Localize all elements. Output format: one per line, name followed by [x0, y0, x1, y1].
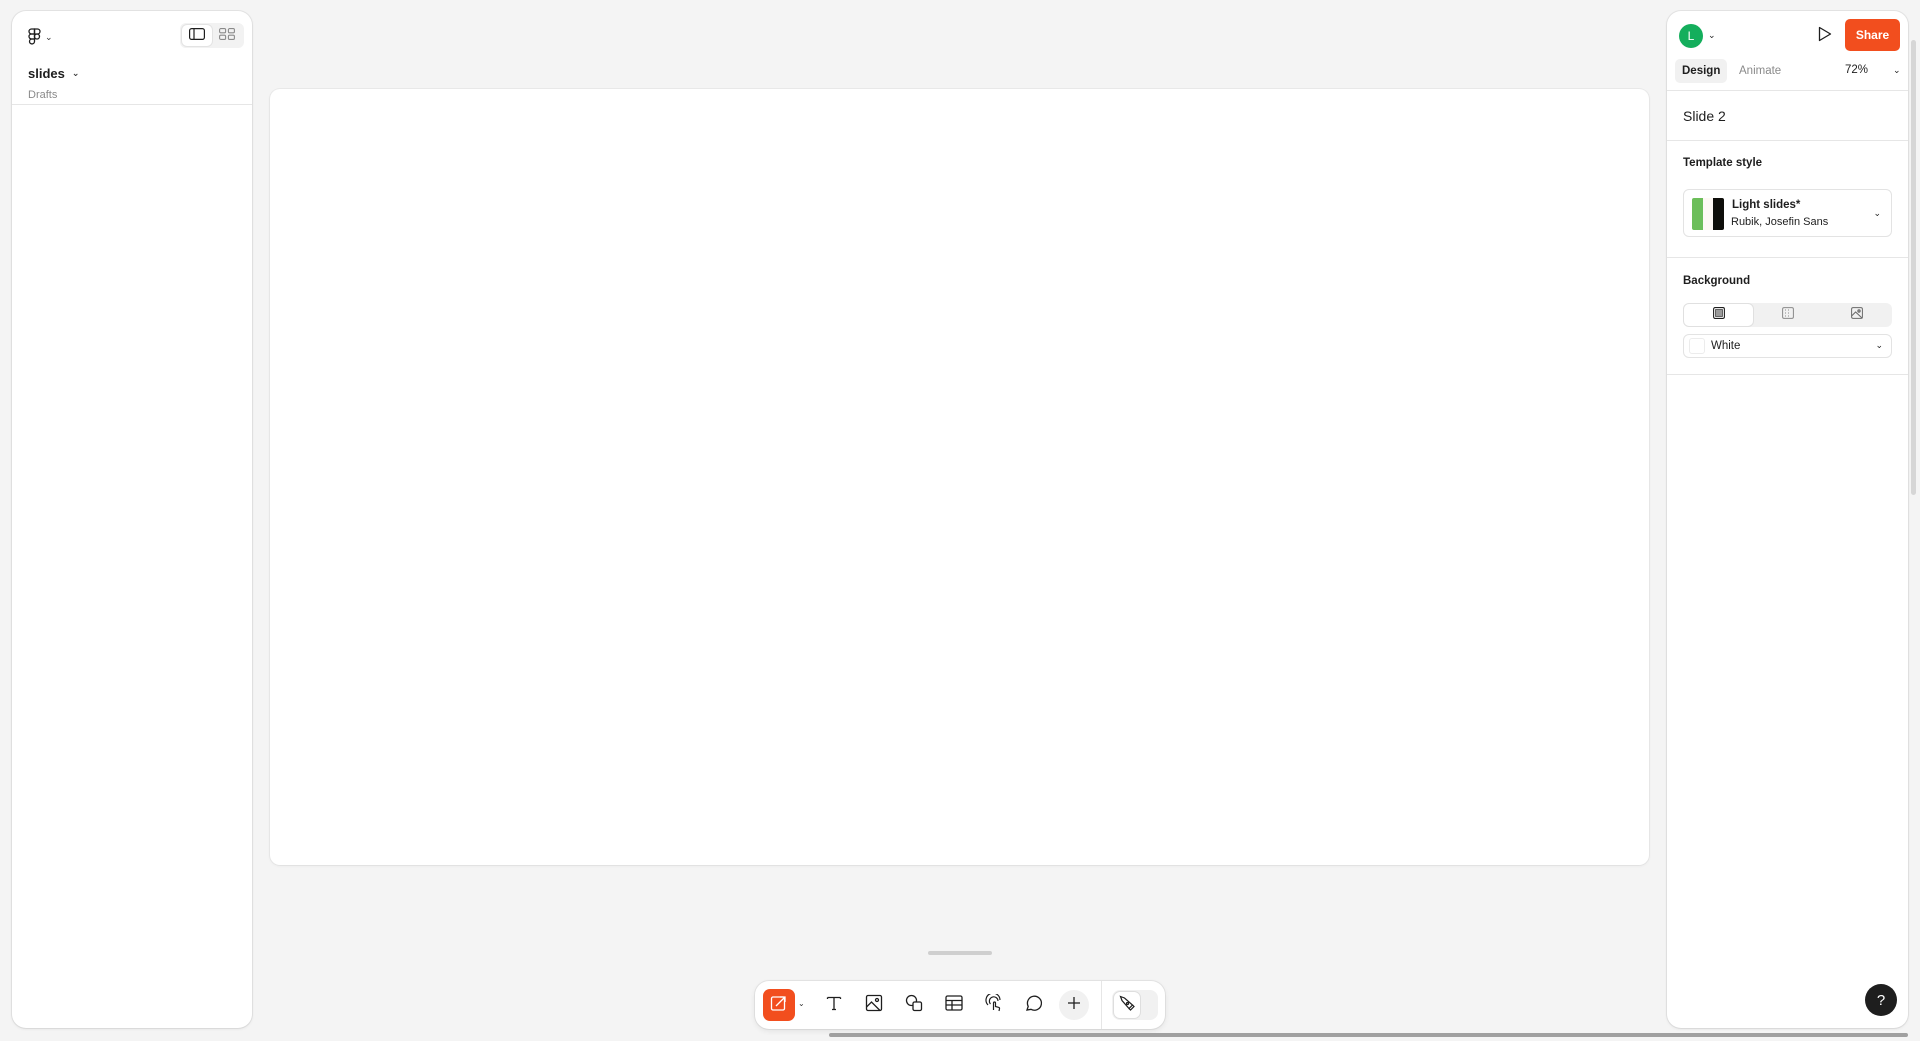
- template-fonts: Rubik, Josefin Sans: [1731, 216, 1829, 228]
- panel-left-icon: [189, 27, 206, 45]
- share-button[interactable]: Share: [1845, 19, 1900, 51]
- horizontal-scrollbar[interactable]: [829, 1033, 1908, 1037]
- solid-fill-icon: [1712, 306, 1725, 324]
- figma-logo-icon: [28, 28, 41, 46]
- template-name: Light slides*: [1732, 199, 1801, 211]
- single-slide-view-button[interactable]: [182, 25, 212, 46]
- solid-fill-button[interactable]: [1684, 304, 1753, 326]
- template-style-section: Template style Light slides* Rubik, Jose…: [1667, 141, 1908, 258]
- file-header: ⌄ slides ⌄ Drafts: [12, 11, 252, 105]
- swatch-color: [1713, 198, 1724, 230]
- background-fill-type: [1683, 303, 1892, 327]
- tap-hand-icon: [985, 992, 1003, 1017]
- chevron-down-icon: ⌄: [71, 68, 80, 78]
- background-color-swatch: [1689, 338, 1705, 354]
- grid-icon: [219, 27, 235, 45]
- shape-tool-button[interactable]: [899, 990, 929, 1020]
- view-toggle: [180, 23, 244, 48]
- pattern-fill-button[interactable]: [1753, 304, 1822, 326]
- file-location: Drafts: [28, 89, 58, 101]
- comment-tool-button[interactable]: [1019, 990, 1049, 1020]
- background-heading: Background: [1683, 275, 1751, 287]
- chevron-down-icon: ⌄: [1875, 340, 1883, 350]
- vertical-scrollbar[interactable]: [1911, 40, 1916, 495]
- left-panel: ⌄ slides ⌄ Drafts: [12, 11, 252, 1028]
- table-tool-button[interactable]: [939, 990, 969, 1020]
- slide-arrow-icon: [770, 994, 788, 1017]
- chevron-down-icon: ⌄: [45, 31, 53, 42]
- image-fill-icon: [1850, 306, 1863, 324]
- bottom-toolbar: ⌄: [755, 981, 1165, 1029]
- file-name: slides: [28, 66, 65, 81]
- file-name-button[interactable]: slides ⌄: [28, 66, 79, 81]
- more-tools-button[interactable]: [1059, 990, 1089, 1020]
- table-icon: [945, 994, 963, 1016]
- grid-view-button[interactable]: [212, 25, 242, 46]
- image-icon: [865, 994, 883, 1017]
- tab-animate[interactable]: Animate: [1732, 59, 1788, 83]
- template-style-select[interactable]: Light slides* Rubik, Josefin Sans ⌄: [1683, 189, 1892, 237]
- text-tool-button[interactable]: [819, 990, 849, 1020]
- chevron-down-icon: ⌄: [1873, 208, 1881, 218]
- properties-header: L ⌄ Share Design Animate 72% ⌄: [1667, 11, 1908, 91]
- chevron-down-icon[interactable]: ⌄: [1893, 65, 1901, 76]
- background-section: Background White ⌄: [1667, 258, 1908, 375]
- pen-icon: [1119, 994, 1135, 1016]
- slide-tool-dropdown[interactable]: ⌄: [798, 999, 805, 1008]
- right-panel: L ⌄ Share Design Animate 72% ⌄ Slide 2 T…: [1667, 11, 1908, 1028]
- swatch-color: [1692, 198, 1703, 230]
- help-button[interactable]: ?: [1865, 984, 1897, 1016]
- toolbar-divider: [1101, 981, 1102, 1029]
- image-fill-button[interactable]: [1822, 304, 1891, 326]
- slide-section: Slide 2: [1667, 91, 1908, 141]
- mode-toggle[interactable]: [1112, 990, 1158, 1020]
- swatch-color: [1702, 198, 1714, 230]
- template-swatch: [1692, 198, 1724, 230]
- slide-title: Slide 2: [1683, 108, 1726, 124]
- text-icon: [825, 994, 843, 1017]
- user-avatar[interactable]: L: [1679, 24, 1703, 48]
- slide-canvas[interactable]: [270, 89, 1649, 865]
- shapes-icon: [905, 994, 923, 1017]
- play-icon: [1818, 26, 1832, 47]
- toggle-knob: [1114, 992, 1140, 1018]
- interactive-tool-button[interactable]: [979, 990, 1009, 1020]
- chevron-down-icon[interactable]: ⌄: [1708, 30, 1716, 41]
- background-color-value: White: [1711, 340, 1741, 352]
- pattern-fill-icon: [1781, 306, 1794, 324]
- background-color-select[interactable]: White ⌄: [1683, 334, 1892, 358]
- template-style-heading: Template style: [1683, 157, 1763, 169]
- image-tool-button[interactable]: [859, 990, 889, 1020]
- tab-design[interactable]: Design: [1675, 59, 1728, 83]
- present-button[interactable]: [1812, 23, 1838, 49]
- canvas-resize-handle[interactable]: [928, 951, 992, 955]
- slide-tool-button[interactable]: [763, 989, 795, 1021]
- zoom-level[interactable]: 72%: [1845, 64, 1868, 76]
- main-menu-button[interactable]: ⌄: [28, 25, 62, 49]
- plus-icon: [1067, 996, 1081, 1015]
- comment-icon: [1025, 994, 1043, 1017]
